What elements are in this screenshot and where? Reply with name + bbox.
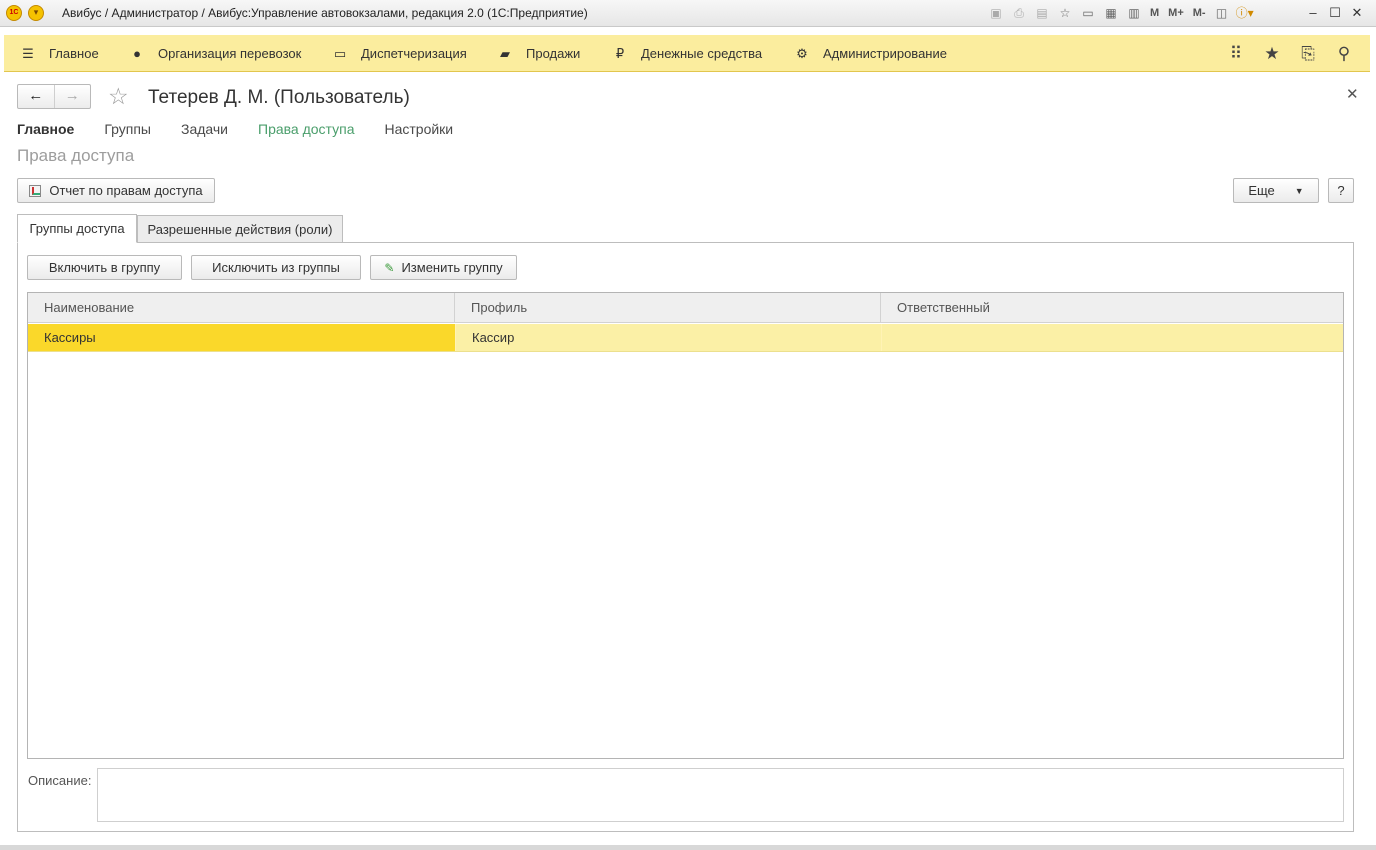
nav-item-admin[interactable]: ⚙ Администрирование xyxy=(793,35,947,72)
chevron-down-icon: ▼ xyxy=(1294,185,1304,196)
back-arrow-icon[interactable]: ← xyxy=(18,85,55,108)
app-logo-icon: 1С xyxy=(6,5,22,21)
calculator-icon[interactable]: ▦ xyxy=(1100,3,1122,23)
window-title: Авибус / Администратор / Авибус:Управлен… xyxy=(62,6,588,20)
column-header-name[interactable]: Наименование xyxy=(28,293,455,323)
help-button[interactable]: ? xyxy=(1328,178,1354,203)
history-navigation: ← → xyxy=(17,84,91,109)
calendar-icon[interactable]: ▥ xyxy=(1123,3,1145,23)
main-menu-icon[interactable]: ▾ xyxy=(28,5,44,21)
close-form-icon[interactable]: ✕ xyxy=(1346,85,1359,103)
description-label: Описание: xyxy=(28,773,92,788)
include-in-group-button[interactable]: Включить в группу xyxy=(27,255,182,280)
nav-item-label: Денежные средства xyxy=(641,46,763,61)
section-title: Права доступа xyxy=(17,146,135,165)
nav-item-dispatch[interactable]: ▭ Диспетчеризация xyxy=(331,35,467,72)
nav-item-label: Организация перевозок xyxy=(158,46,302,61)
report-icon xyxy=(29,184,42,197)
info-icon[interactable]: ⓘ▾ xyxy=(1234,3,1256,23)
column-header-profile[interactable]: Профиль xyxy=(455,293,881,323)
edit-group-button[interactable]: ✎ Изменить группу xyxy=(370,255,517,280)
search-icon[interactable]: ⚲ xyxy=(1326,44,1362,64)
memory-button[interactable]: M xyxy=(1146,3,1163,23)
nav-item-sales[interactable]: ▰ Продажи xyxy=(496,35,580,72)
save-icon[interactable]: ▣ xyxy=(985,3,1007,23)
access-report-label: Отчет по правам доступа xyxy=(49,183,203,198)
nav-item-transport[interactable]: ● Организация перевозок xyxy=(128,35,301,72)
apps-grid-icon[interactable]: ⠿ xyxy=(1218,44,1254,64)
nav-item-label: Диспетчеризация xyxy=(361,46,467,61)
tab-allowed-actions[interactable]: Разрешенные действия (роли) xyxy=(137,215,343,243)
nav-item-money[interactable]: ₽ Денежные средства xyxy=(611,35,762,72)
more-button[interactable]: Еще ▼ xyxy=(1233,178,1319,203)
document-icon[interactable]: ▭ xyxy=(1077,3,1099,23)
more-label: Еще xyxy=(1248,183,1275,198)
form-title: Тетерев Д. М. (Пользователь) xyxy=(148,87,410,108)
titlebar-tools: ▣ ⎙ ▤ ☆ ▭ ▦ ▥ M M+ M- ◫ ⓘ▾ xyxy=(985,3,1257,23)
bus-icon: ▭ xyxy=(333,45,347,61)
shopping-bag-icon: ▰ xyxy=(500,45,510,61)
cell-name[interactable]: Кассиры xyxy=(28,324,455,351)
access-groups-table[interactable]: Наименование Профиль Ответственный Касси… xyxy=(27,292,1344,759)
minimize-icon[interactable]: – xyxy=(1302,3,1324,23)
tab-access-rights[interactable]: Права доступа xyxy=(258,121,354,137)
history-icon[interactable]: ⎘ xyxy=(1290,44,1326,64)
nav-item-main[interactable]: ☰ Главное xyxy=(19,35,99,72)
tab-settings[interactable]: Настройки xyxy=(384,121,453,137)
window-controls: – ☐ ✕ xyxy=(1302,3,1368,23)
close-window-icon[interactable]: ✕ xyxy=(1346,3,1368,23)
tab-access-groups[interactable]: Группы доступа xyxy=(17,214,137,243)
access-report-button[interactable]: Отчет по правам доступа xyxy=(17,178,215,203)
gear-icon: ⚙ xyxy=(796,45,808,61)
table-row[interactable]: Кассиры Кассир xyxy=(28,324,1343,352)
favorites-star-icon[interactable]: ★ xyxy=(1254,44,1290,64)
tab-main[interactable]: Главное xyxy=(17,121,74,137)
tab-tasks[interactable]: Задачи xyxy=(181,121,228,137)
menu-icon: ☰ xyxy=(22,45,34,61)
nav-item-label: Главное xyxy=(49,46,99,61)
window-bottom-border xyxy=(0,845,1376,850)
forward-arrow-icon[interactable]: → xyxy=(55,85,91,108)
pencil-icon: ✎ xyxy=(384,260,395,275)
description-field[interactable] xyxy=(97,768,1344,822)
favorites-icon[interactable]: ☆ xyxy=(1054,3,1076,23)
sections-panel: ☰ Главное ● Организация перевозок ▭ Дисп… xyxy=(4,35,1370,72)
preview-icon[interactable]: ▤ xyxy=(1031,3,1053,23)
form-tabs: Главное Группы Задачи Права доступа Наст… xyxy=(17,121,483,137)
panels-icon[interactable]: ◫ xyxy=(1211,3,1233,23)
cell-profile[interactable]: Кассир xyxy=(455,324,881,351)
exclude-from-group-button[interactable]: Исключить из группы xyxy=(191,255,361,280)
nav-tools: ⠿ ★ ⎘ ⚲ xyxy=(1218,35,1362,72)
maximize-icon[interactable]: ☐ xyxy=(1324,3,1346,23)
memory-plus-button[interactable]: M+ xyxy=(1164,3,1188,23)
window-titlebar: 1С ▾ Авибус / Администратор / Авибус:Упр… xyxy=(0,0,1376,27)
location-pin-icon: ● xyxy=(133,46,141,61)
nav-item-label: Администрирование xyxy=(823,46,947,61)
edit-group-label: Изменить группу xyxy=(401,260,503,275)
favorite-star-icon[interactable]: ☆ xyxy=(108,83,129,110)
table-header: Наименование Профиль Ответственный xyxy=(28,293,1343,323)
cell-responsible[interactable] xyxy=(881,324,1343,351)
column-header-responsible[interactable]: Ответственный xyxy=(881,293,1343,323)
print-icon[interactable]: ⎙ xyxy=(1008,3,1030,23)
ruble-icon: ₽ xyxy=(615,45,625,61)
memory-minus-button[interactable]: M- xyxy=(1189,3,1210,23)
nav-item-label: Продажи xyxy=(526,46,581,61)
tab-groups[interactable]: Группы xyxy=(104,121,151,137)
